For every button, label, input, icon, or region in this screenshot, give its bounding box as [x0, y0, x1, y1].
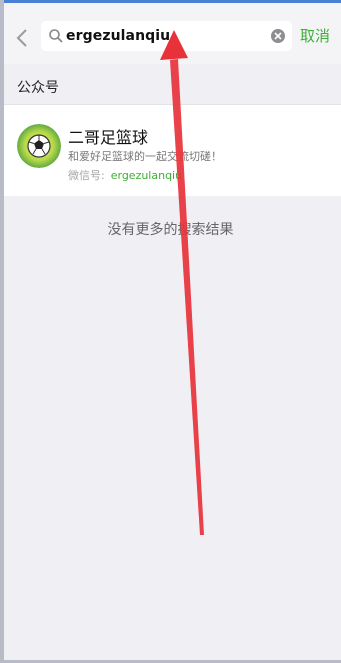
- section-title: 公众号: [17, 80, 59, 96]
- divider: [4, 104, 341, 105]
- account-name: 二哥足篮球: [68, 128, 149, 147]
- search-input[interactable]: ergezulanqiu: [41, 21, 292, 51]
- no-more-results-text: 没有更多的搜索结果: [107, 222, 234, 238]
- cancel-button[interactable]: 取消: [300, 23, 330, 49]
- search-query: ergezulanqiu: [66, 28, 171, 44]
- account-id-row: 微信号: ergezulanqiu: [68, 167, 182, 183]
- close-icon: [274, 32, 282, 40]
- avatar: [17, 124, 61, 168]
- search-header: ergezulanqiu 取消: [4, 3, 341, 64]
- account-id-label: 微信号:: [68, 169, 105, 182]
- soccer-ball-avatar-icon: [17, 124, 61, 168]
- window-left-edge: [0, 0, 4, 663]
- account-id-value: ergezulanqiu: [110, 169, 183, 182]
- search-result-card[interactable]: 二哥足篮球 和爱好足篮球的一起交流切磋！ 微信号: ergezulanqiu: [4, 104, 341, 196]
- account-description: 和爱好足篮球的一起交流切磋！: [68, 150, 222, 163]
- back-button[interactable]: [12, 23, 32, 53]
- chevron-left-icon: [16, 29, 27, 47]
- clear-icon[interactable]: [271, 29, 285, 43]
- search-icon: [49, 29, 63, 43]
- annotation-arrow-icon: [160, 30, 204, 535]
